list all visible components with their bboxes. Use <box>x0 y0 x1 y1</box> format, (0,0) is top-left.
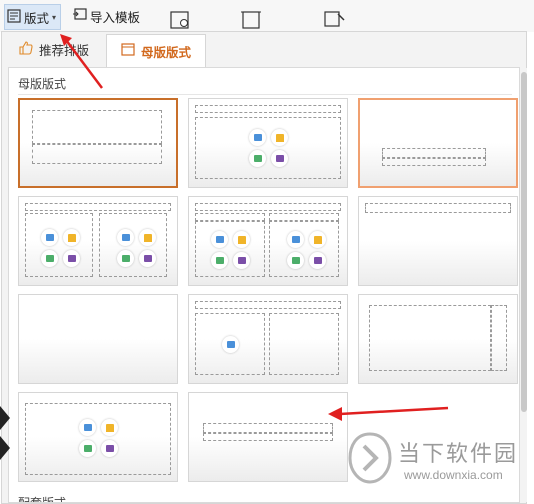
layout-thumb[interactable] <box>188 98 348 188</box>
picture-icon <box>79 419 96 436</box>
media-icon <box>271 150 288 167</box>
layout-thumb[interactable] <box>358 98 518 188</box>
layout-thumb[interactable] <box>18 294 178 384</box>
layout-thumb[interactable] <box>18 196 178 286</box>
master-layout-icon <box>121 43 135 59</box>
scrollbar-thumb[interactable] <box>521 72 527 412</box>
watermark-logo-icon <box>348 432 392 484</box>
picture-icon <box>249 129 266 146</box>
layout-icon <box>7 8 21 26</box>
layout-thumb[interactable] <box>188 294 348 384</box>
picture-icon <box>41 229 58 246</box>
watermark-text: 当下软件园 <box>398 441 519 466</box>
logo-fragment-icon <box>0 406 10 460</box>
picture-icon <box>211 231 228 248</box>
layout-thumb[interactable] <box>358 294 518 384</box>
table-icon <box>211 252 228 269</box>
annotation-arrow <box>328 406 449 421</box>
tab-master-layout[interactable]: 母版版式 <box>106 34 207 67</box>
dropdown-arrow-icon[interactable]: ▾ <box>52 13 56 22</box>
layout-thumb[interactable] <box>18 392 178 482</box>
chart-icon <box>63 229 80 246</box>
table-icon <box>287 252 304 269</box>
layout-thumb[interactable] <box>188 196 348 286</box>
picture-icon <box>222 336 239 353</box>
layout-thumb[interactable] <box>18 98 178 188</box>
slide-size-icon[interactable] <box>240 8 262 33</box>
layout-thumb[interactable] <box>358 196 518 286</box>
table-icon <box>249 150 266 167</box>
table-icon <box>79 440 96 457</box>
chart-icon <box>139 229 156 246</box>
watermark-url: www.downxia.com <box>404 468 503 482</box>
import-template-label: 导入模板 <box>90 10 141 25</box>
import-template-icon <box>72 7 87 25</box>
media-icon <box>233 252 250 269</box>
layout-thumb[interactable] <box>188 392 348 482</box>
layout-button-label: 版式 <box>24 11 50 26</box>
layout-button[interactable]: 版式 ▾ <box>4 4 62 30</box>
picture-icon <box>287 231 304 248</box>
tab-master-label: 母版版式 <box>141 45 192 60</box>
chart-icon <box>271 129 288 146</box>
table-icon <box>41 250 58 267</box>
settings-slide-icon[interactable] <box>170 8 192 33</box>
thumb-up-icon <box>19 40 33 58</box>
picture-icon <box>117 229 134 246</box>
chart-icon <box>309 231 326 248</box>
annotation-arrow <box>60 34 103 89</box>
tools-icon[interactable] <box>324 8 346 33</box>
media-icon <box>309 252 326 269</box>
chart-icon <box>233 231 250 248</box>
media-icon <box>63 250 80 267</box>
toolbar: 版式 ▾ 导入模板 <box>0 0 534 32</box>
watermark: 当下软件园 www.downxia.com <box>342 430 534 490</box>
media-icon <box>101 440 118 457</box>
media-icon <box>139 250 156 267</box>
table-icon <box>117 250 134 267</box>
section-title-matching: 配套版式 <box>18 496 67 503</box>
import-template-button[interactable]: 导入模板 <box>70 4 142 28</box>
chart-icon <box>101 419 118 436</box>
